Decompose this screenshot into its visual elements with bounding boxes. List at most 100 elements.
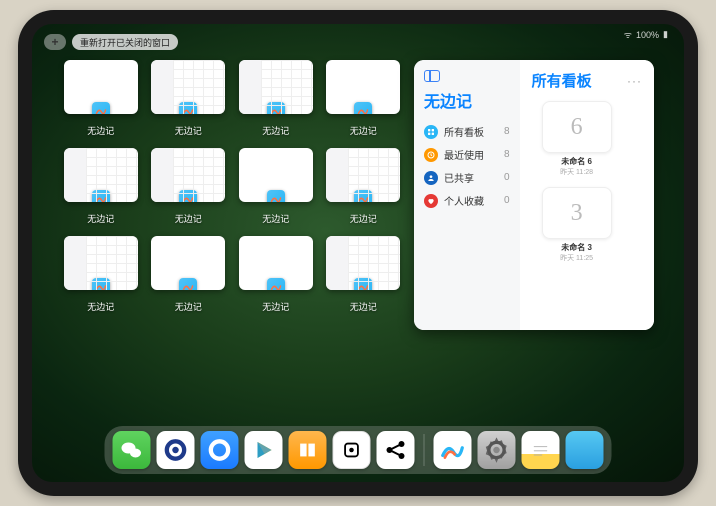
focused-window[interactable]: 无边记 所有看板8最近使用8已共享0个人收藏0 所有看板 ··· 6未命名 6昨… <box>414 60 654 330</box>
window-label: 无边记 <box>350 212 377 225</box>
content-title: 所有看板 <box>532 70 592 91</box>
window-label: 无边记 <box>175 212 202 225</box>
freeform-icon <box>354 190 372 202</box>
freeform-icon <box>267 102 285 114</box>
window-thumbnail[interactable]: 无边记 <box>62 60 140 140</box>
board-name: 未命名 6 <box>561 156 592 167</box>
sidebar: 无边记 所有看板 8 最近使用 8 已共享 0 个人收藏 0 <box>414 60 520 330</box>
thumbnail-preview <box>239 148 313 202</box>
window-thumbnail[interactable]: 无边记 <box>150 148 228 228</box>
sidebar-item-label: 已共享 <box>444 170 474 185</box>
window-thumbnail[interactable]: 无边记 <box>237 236 315 316</box>
window-label: 无边记 <box>87 124 114 137</box>
freeform-icon <box>354 278 372 290</box>
expose-area: 无边记无边记无边记无边记无边记无边记无边记无边记无边记无边记无边记无边记 无边记… <box>62 60 654 418</box>
heart-icon <box>424 194 438 208</box>
window-label: 无边记 <box>87 212 114 225</box>
top-controls: + 重新打开已关闭的窗口 <box>44 34 178 50</box>
dock-separator <box>424 434 425 466</box>
window-label: 无边记 <box>262 124 289 137</box>
sidebar-item-count: 0 <box>504 195 510 206</box>
dock-app-dice[interactable] <box>333 431 371 469</box>
window-label: 无边记 <box>175 300 202 313</box>
new-window-button[interactable]: + <box>44 34 66 50</box>
dock-app-wechat[interactable] <box>113 431 151 469</box>
board-timestamp: 昨天 11:25 <box>560 253 593 263</box>
thumbnail-preview <box>239 60 313 114</box>
window-label: 无边记 <box>350 124 377 137</box>
sidebar-item[interactable]: 最近使用 8 <box>424 143 510 166</box>
status-bar: ᯤ 100% ▮ <box>624 28 668 41</box>
dock-app-connect[interactable] <box>377 431 415 469</box>
board-card[interactable]: 6 未命名 6昨天 11:28 <box>532 101 622 177</box>
dock-app-app-library[interactable] <box>566 431 604 469</box>
person-icon <box>424 171 438 185</box>
thumbnail-preview <box>151 236 225 290</box>
dock-app-settings[interactable] <box>478 431 516 469</box>
board-name: 未命名 3 <box>561 242 592 253</box>
sidebar-item-count: 8 <box>504 149 510 160</box>
thumbnail-preview <box>64 60 138 114</box>
content-pane: 所有看板 ··· 6 未命名 6昨天 11:28 3 未命名 3昨天 11:25 <box>520 60 654 330</box>
thumbnail-preview <box>326 236 400 290</box>
board-timestamp: 昨天 11:28 <box>560 167 593 177</box>
sidebar-item-count: 8 <box>504 126 510 137</box>
window-thumbnail[interactable]: 无边记 <box>325 60 403 140</box>
sidebar-toggle-icon[interactable] <box>424 70 440 82</box>
dock-app-quark-blue[interactable] <box>201 431 239 469</box>
freeform-icon <box>179 190 197 202</box>
freeform-icon <box>179 278 197 290</box>
reopen-label: 重新打开已关闭的窗口 <box>80 36 170 49</box>
freeform-icon <box>92 190 110 202</box>
wifi-icon: ᯤ <box>624 28 632 41</box>
window-thumbnail[interactable]: 无边记 <box>325 148 403 228</box>
sidebar-item-label: 所有看板 <box>444 124 484 139</box>
window-thumbnail[interactable]: 无边记 <box>237 60 315 140</box>
thumbnail-preview <box>64 236 138 290</box>
dock-app-quark-white[interactable] <box>157 431 195 469</box>
thumbnail-preview <box>151 60 225 114</box>
reopen-closed-window-button[interactable]: 重新打开已关闭的窗口 <box>72 34 178 50</box>
more-icon[interactable]: ··· <box>627 74 642 88</box>
screen: ᯤ 100% ▮ + 重新打开已关闭的窗口 无边记无边记无边记无边记无边记无边记… <box>32 24 684 482</box>
window-label: 无边记 <box>175 124 202 137</box>
board-thumbnail: 3 <box>542 187 612 239</box>
dock-app-freeform[interactable] <box>434 431 472 469</box>
window-thumbnail[interactable]: 无边记 <box>237 148 315 228</box>
thumbnail-preview <box>326 60 400 114</box>
sidebar-item-label: 最近使用 <box>444 147 484 162</box>
window-thumbnail[interactable]: 无边记 <box>62 236 140 316</box>
grid-icon <box>424 125 438 139</box>
window-thumbnail[interactable]: 无边记 <box>325 236 403 316</box>
board-thumbnail: 6 <box>542 101 612 153</box>
dock-app-books[interactable] <box>289 431 327 469</box>
dock-app-notes[interactable] <box>522 431 560 469</box>
battery-label: 100% <box>636 30 659 40</box>
sidebar-item-label: 个人收藏 <box>444 193 484 208</box>
sidebar-title: 无边记 <box>424 88 510 112</box>
window-thumbnail[interactable]: 无边记 <box>150 60 228 140</box>
freeform-icon <box>179 102 197 114</box>
sidebar-item[interactable]: 所有看板 8 <box>424 120 510 143</box>
thumbnail-preview <box>151 148 225 202</box>
window-label: 无边记 <box>350 300 377 313</box>
clock-icon <box>424 148 438 162</box>
sidebar-item[interactable]: 已共享 0 <box>424 166 510 189</box>
freeform-icon <box>92 102 110 114</box>
window-thumbnail[interactable]: 无边记 <box>62 148 140 228</box>
dock-app-play[interactable] <box>245 431 283 469</box>
window-grid: 无边记无边记无边记无边记无边记无边记无边记无边记无边记无边记无边记无边记 <box>62 60 402 418</box>
thumbnail-preview <box>239 236 313 290</box>
freeform-icon <box>267 278 285 290</box>
dock <box>105 426 612 474</box>
sidebar-item[interactable]: 个人收藏 0 <box>424 189 510 212</box>
window-thumbnail[interactable]: 无边记 <box>150 236 228 316</box>
freeform-icon <box>92 278 110 290</box>
thumbnail-preview <box>326 148 400 202</box>
freeform-icon <box>267 190 285 202</box>
board-card[interactable]: 3 未命名 3昨天 11:25 <box>532 187 622 263</box>
window-label: 无边记 <box>262 212 289 225</box>
sidebar-item-count: 0 <box>504 172 510 183</box>
window-label: 无边记 <box>87 300 114 313</box>
battery-icon: ▮ <box>663 29 668 40</box>
